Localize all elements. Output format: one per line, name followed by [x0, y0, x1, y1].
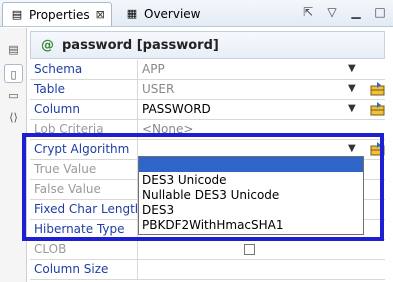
chevron-down-icon[interactable]: ▼: [348, 83, 356, 94]
row-value: USER: [142, 82, 175, 96]
minimize-icon[interactable]: ▁: [347, 3, 365, 21]
row-table[interactable]: Table USER ▼: [30, 80, 385, 100]
column-link-icon[interactable]: [370, 101, 386, 117]
row-column[interactable]: Column PASSWORD ▼: [30, 100, 385, 120]
row-schema[interactable]: Schema APP ▼: [30, 60, 385, 80]
tab-properties[interactable]: ▤ Properties ⊠: [2, 2, 112, 26]
page-title: password [password]: [62, 37, 219, 53]
tab-overview[interactable]: ▦ Overview: [118, 2, 207, 26]
highlight-box: [22, 133, 384, 241]
code-icon[interactable]: ⟨⟩: [4, 108, 23, 127]
chevron-down-icon[interactable]: ▼: [348, 103, 356, 114]
view-tab-bar: ▤ Properties ⊠ ▦ Overview ⇱ ▽ ▁ □: [0, 0, 393, 27]
view-menu-icon[interactable]: ▽: [323, 3, 341, 21]
maximize-icon[interactable]: □: [371, 3, 389, 21]
row-label: Schema: [34, 62, 83, 76]
row-clob[interactable]: CLOB: [30, 240, 385, 260]
database-icon[interactable]: ▯: [4, 64, 23, 83]
properties-icon: ▤: [11, 7, 23, 21]
clob-checkbox[interactable]: [244, 244, 255, 255]
table-link-icon[interactable]: [370, 81, 386, 97]
annotation-icon: @: [41, 37, 54, 53]
row-column-size[interactable]: Column Size: [30, 260, 385, 280]
property-header: @ password [password]: [30, 31, 385, 59]
overview-icon: ▦: [126, 7, 138, 20]
tab-properties-label: Properties: [29, 7, 90, 22]
close-icon[interactable]: ⊠: [96, 8, 105, 21]
row-value: APP: [142, 62, 165, 76]
row-label: Column: [34, 102, 80, 116]
list-icon[interactable]: ▤: [4, 40, 23, 59]
pin-icon[interactable]: ⇱: [299, 3, 317, 21]
row-label: Table: [34, 82, 66, 96]
row-label: CLOB: [34, 242, 67, 256]
tab-overview-label: Overview: [144, 7, 201, 21]
row-value: PASSWORD: [142, 102, 211, 116]
chevron-down-icon[interactable]: ▼: [348, 63, 356, 74]
comment-icon[interactable]: ▭: [4, 86, 23, 105]
row-label: Column Size: [34, 262, 109, 276]
